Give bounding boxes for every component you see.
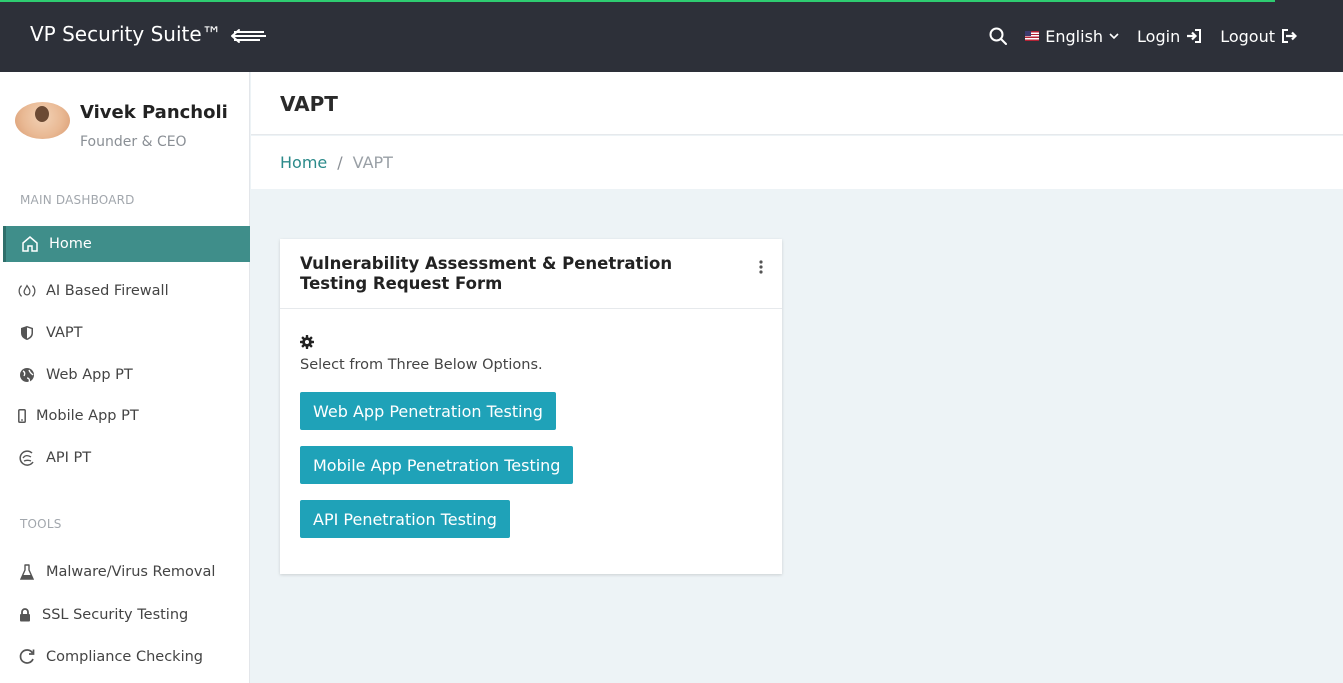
gear-icon [300, 334, 314, 349]
sidebar: Vivek Pancholi Founder & CEO MAIN DASHBO… [0, 72, 250, 683]
sidebar-item-label: Compliance Checking [46, 649, 203, 665]
lock-icon [18, 606, 32, 624]
card-header: Vulnerability Assessment & Penetration T… [280, 239, 782, 309]
sidebar-item-api-pt[interactable]: API PT [3, 440, 250, 476]
sidebar-item-label: AI Based Firewall [46, 283, 169, 299]
sidebar-item-home[interactable]: Home [3, 226, 250, 262]
web-app-pt-button[interactable]: Web App Penetration Testing [300, 392, 556, 430]
language-dropdown[interactable]: English [1025, 27, 1119, 46]
sidebar-item-label: Web App PT [46, 367, 133, 383]
search-button[interactable] [989, 27, 1008, 45]
card-instruction: Select from Three Below Options. [300, 357, 543, 373]
menu-toggle-icon[interactable] [230, 26, 268, 46]
section-label-main-dashboard: MAIN DASHBOARD [20, 193, 135, 207]
language-label: English [1045, 26, 1104, 46]
breadcrumb-home-link[interactable]: Home [280, 153, 327, 172]
chevron-down-icon [1109, 33, 1119, 40]
shield-icon [18, 324, 36, 342]
sidebar-item-label: Mobile App PT [36, 408, 139, 424]
sidebar-item-compliance-checking[interactable]: Compliance Checking [3, 639, 250, 675]
login-button[interactable]: Login [1137, 27, 1202, 46]
avatar[interactable] [15, 102, 70, 139]
vapt-request-card: Vulnerability Assessment & Penetration T… [280, 239, 782, 574]
sidebar-item-ssl-security-testing[interactable]: SSL Security Testing [3, 597, 250, 633]
user-role: Founder & CEO [80, 134, 187, 150]
sidebar-item-mobile-app-pt[interactable]: Mobile App PT [3, 398, 250, 434]
sign-in-icon [1187, 29, 1202, 43]
user-name: Vivek Pancholi [80, 102, 228, 123]
navbar-actions: English Login Logout [989, 24, 1297, 48]
logout-button[interactable]: Logout [1220, 27, 1297, 46]
page-title: VAPT [280, 92, 338, 116]
section-label-tools: TOOLS [20, 517, 62, 531]
top-navbar: VP Security Suite™ English Login Logout [0, 0, 1343, 72]
page-load-progress [0, 0, 1275, 2]
breadcrumb-current: VAPT [352, 153, 393, 172]
sidebar-item-label: Home [49, 236, 92, 252]
breadcrumb: Home / VAPT [251, 136, 1343, 189]
page-header: VAPT [251, 72, 1343, 135]
home-icon [21, 235, 39, 253]
sidebar-item-malware-virus-removal[interactable]: Malware/Virus Removal [3, 554, 250, 590]
fire-icon [18, 282, 36, 300]
sidebar-item-label: Malware/Virus Removal [46, 564, 216, 580]
search-icon [989, 27, 1008, 45]
sidebar-item-vapt[interactable]: VAPT [3, 315, 250, 351]
more-options-icon[interactable] [758, 259, 764, 274]
sign-out-icon [1282, 29, 1297, 43]
logout-label: Logout [1220, 26, 1275, 46]
flask-icon [18, 563, 36, 581]
api-icon [18, 449, 36, 467]
us-flag-icon [1025, 31, 1040, 41]
breadcrumb-separator: / [337, 153, 343, 172]
mobile-app-pt-button[interactable]: Mobile App Penetration Testing [300, 446, 574, 484]
sidebar-item-label: API PT [46, 450, 92, 466]
card-title: Vulnerability Assessment & Penetration T… [300, 254, 673, 293]
sidebar-item-label: VAPT [46, 325, 83, 341]
refresh-icon [18, 648, 36, 666]
globe-icon [18, 366, 36, 384]
sidebar-item-web-app-pt[interactable]: Web App PT [3, 357, 250, 393]
mobile-icon [18, 407, 26, 425]
api-pt-button[interactable]: API Penetration Testing [300, 500, 510, 538]
brand-title: VP Security Suite™ [30, 22, 222, 46]
sidebar-item-ai-based-firewall[interactable]: AI Based Firewall [3, 273, 250, 309]
sidebar-item-label: SSL Security Testing [42, 607, 189, 623]
login-label: Login [1137, 26, 1181, 46]
